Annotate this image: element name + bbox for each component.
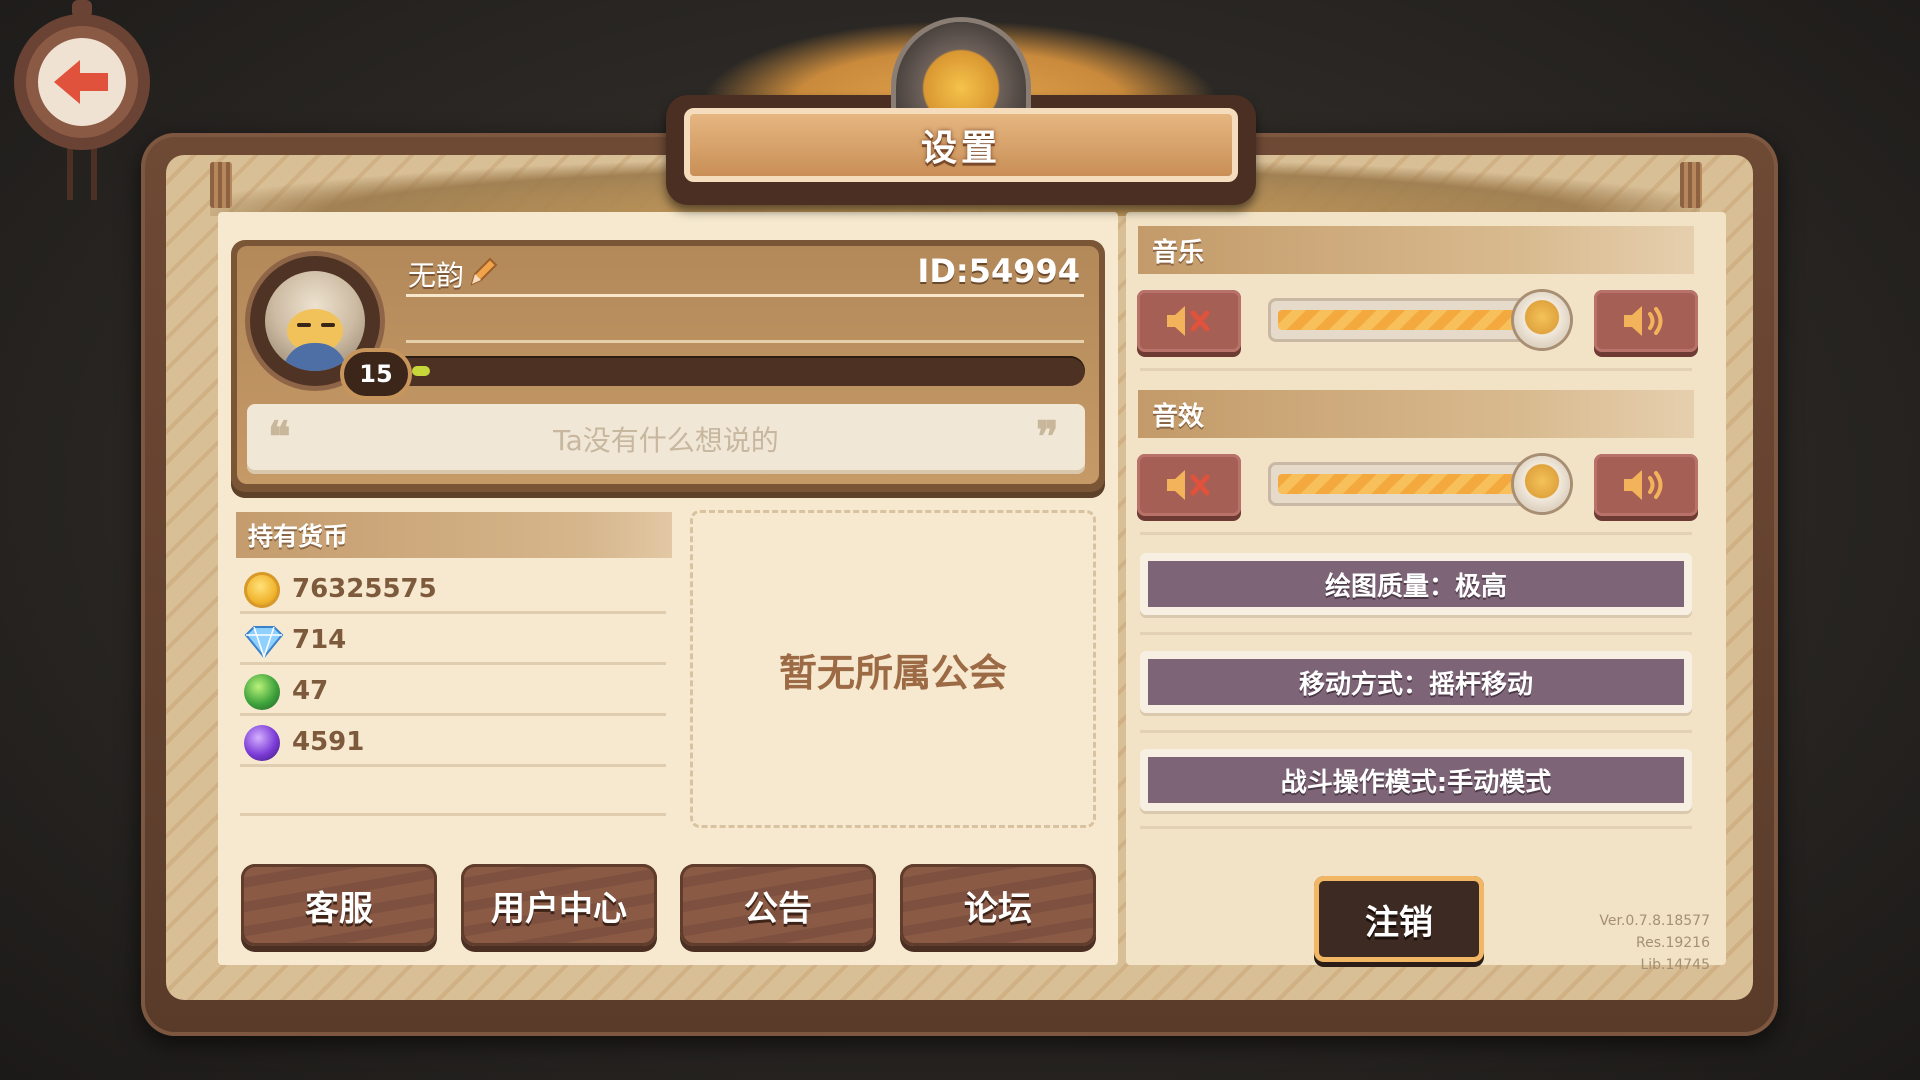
music-header: 音乐 xyxy=(1138,226,1694,274)
customer-service-button[interactable]: 客服 xyxy=(241,864,437,946)
forum-button[interactable]: 论坛 xyxy=(900,864,1096,946)
sfx-mute-button[interactable] xyxy=(1137,454,1241,516)
guild-box: 暂无所属公会 xyxy=(690,510,1096,828)
divider xyxy=(1140,532,1692,535)
logout-button[interactable]: 注销 xyxy=(1314,876,1484,962)
music-max-volume-button[interactable] xyxy=(1594,290,1698,352)
currency-row-gold: 76325575 xyxy=(240,564,666,614)
currency-row-purple: 4591 xyxy=(240,717,666,767)
graphics-quality-button[interactable]: 绘图质量：极高 xyxy=(1140,553,1692,615)
music-mute-button[interactable] xyxy=(1137,290,1241,352)
combat-mode-label: 战斗操作模式:手动模式 xyxy=(1148,757,1684,803)
close-quote-icon: ❞ xyxy=(1036,412,1059,461)
sfx-max-volume-button[interactable] xyxy=(1594,454,1698,516)
sfx-volume-knob[interactable] xyxy=(1514,456,1570,512)
sfx-header: 音效 xyxy=(1138,390,1694,438)
diamond-icon xyxy=(244,623,284,660)
currency-value: 714 xyxy=(292,625,347,655)
divider xyxy=(1140,826,1692,829)
currency-row-diamond: 714 xyxy=(240,615,666,665)
mute-icon xyxy=(1167,306,1210,336)
open-quote-icon: ❝ xyxy=(268,412,291,461)
announcement-button[interactable]: 公告 xyxy=(680,864,876,946)
currency-row-green: 47 xyxy=(240,666,666,716)
graphics-quality-label: 绘图质量：极高 xyxy=(1148,561,1684,607)
speaker-icon xyxy=(1624,470,1663,500)
currency-row-empty xyxy=(240,768,666,816)
currency-value: 76325575 xyxy=(292,574,437,604)
music-volume-fill xyxy=(1278,310,1528,330)
purple-orb-icon xyxy=(244,725,280,761)
motto-field[interactable]: Ta没有什么想说的 xyxy=(247,404,1085,474)
divider xyxy=(406,340,1084,343)
movement-mode-label: 移动方式：摇杆移动 xyxy=(1148,659,1684,705)
mute-icon xyxy=(1167,470,1210,500)
version-text: Ver.0.7.8.18577 xyxy=(1599,913,1710,929)
edit-name-pencil-icon[interactable] xyxy=(468,256,498,288)
user-center-button[interactable]: 用户中心 xyxy=(461,864,657,946)
name-underline xyxy=(406,294,1084,297)
library-version-text: Lib.14745 xyxy=(1640,957,1710,973)
divider xyxy=(1140,632,1692,635)
currency-value: 4591 xyxy=(292,727,365,757)
speaker-icon xyxy=(1624,306,1663,336)
experience-bar-fill xyxy=(412,366,430,376)
sfx-volume-fill xyxy=(1278,474,1528,494)
page-title: 设置 xyxy=(684,108,1238,182)
back-arrow-icon xyxy=(14,0,150,200)
movement-mode-button[interactable]: 移动方式：摇杆移动 xyxy=(1140,651,1692,713)
experience-bar xyxy=(385,356,1085,386)
resource-version-text: Res.19216 xyxy=(1636,935,1710,951)
currency-header: 持有货币 xyxy=(236,512,672,558)
divider xyxy=(1140,368,1692,371)
decorative-pillar-right xyxy=(1680,162,1702,208)
gold-coin-icon xyxy=(244,572,280,608)
back-button[interactable] xyxy=(10,0,160,210)
music-volume-knob[interactable] xyxy=(1514,292,1570,348)
decorative-pillar-left xyxy=(210,162,232,208)
combat-mode-button[interactable]: 战斗操作模式:手动模式 xyxy=(1140,749,1692,811)
level-badge: 15 xyxy=(340,348,412,400)
player-name: 无韵 xyxy=(408,259,465,292)
currency-value: 47 xyxy=(292,676,329,706)
divider xyxy=(1140,730,1692,733)
green-orb-icon xyxy=(244,674,280,710)
player-id: ID:54994 xyxy=(917,252,1080,290)
